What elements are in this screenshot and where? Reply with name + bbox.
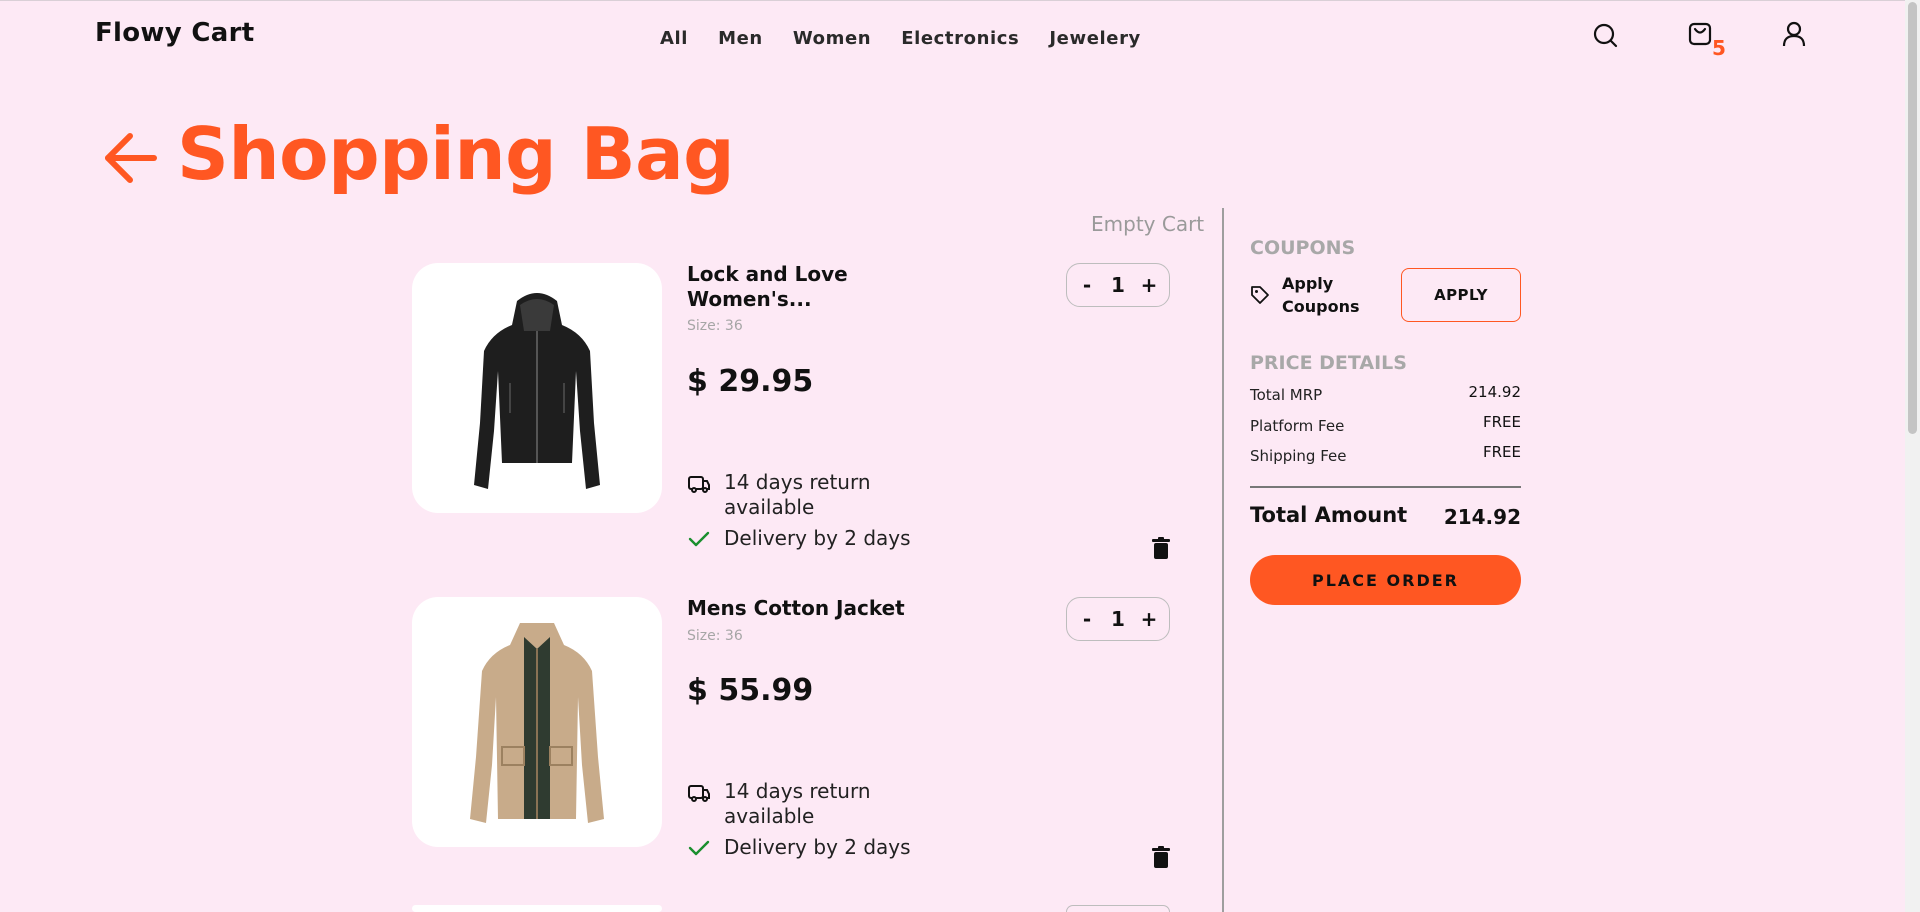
product-price: $ 55.99 (687, 673, 814, 708)
shipping-fee-label: Shipping Fee (1250, 447, 1347, 465)
product-name[interactable]: Mens Cotton Jacket (687, 596, 917, 621)
decrease-quantity-button[interactable]: - (1077, 607, 1097, 631)
place-order-button[interactable]: PLACE ORDER (1250, 555, 1521, 605)
price-details-heading: PRICE DETAILS (1250, 352, 1407, 374)
delivery-truck-icon (688, 476, 710, 493)
trash-icon[interactable] (1151, 846, 1171, 868)
column-divider (1222, 208, 1224, 912)
cart-icon[interactable] (1686, 20, 1714, 48)
return-policy-text: 14 days return available (724, 470, 871, 519)
empty-cart-button[interactable]: Empty Cart (1091, 212, 1204, 236)
nav-item-women[interactable]: Women (793, 28, 871, 49)
product-name[interactable]: Lock and Love Women's... (687, 262, 887, 312)
main-nav: All Men Women Electronics Jewelery (660, 28, 1171, 49)
page: Flowy Cart All Men Women Electronics Jew… (0, 0, 1920, 912)
apply-coupons-label: Apply Coupons (1282, 274, 1360, 316)
quantity-value: 1 (1111, 273, 1125, 297)
product-price: $ 29.95 (687, 364, 814, 399)
check-icon (688, 531, 710, 547)
quantity-stepper: - 1 + (1066, 263, 1170, 307)
summary-divider (1250, 486, 1521, 488)
top-border (0, 0, 1920, 1)
total-mrp-value: 214.92 (1468, 383, 1522, 401)
platform-fee-value: FREE (1482, 413, 1521, 431)
check-icon (688, 840, 710, 856)
page-title: Shopping Bag (177, 112, 735, 196)
nav-item-jewelery[interactable]: Jewelery (1049, 28, 1141, 49)
product-size: Size: 36 (687, 628, 743, 644)
tag-icon (1251, 286, 1269, 304)
khaki-jacket-image (470, 623, 604, 823)
nav-item-men[interactable]: Men (718, 28, 763, 49)
total-amount-label: Total Amount (1250, 503, 1408, 527)
user-icon[interactable] (1780, 20, 1808, 48)
quantity-value: 1 (1111, 607, 1125, 631)
shipping-fee-value: FREE (1482, 443, 1521, 461)
scrollbar-thumb[interactable] (1908, 2, 1917, 434)
increase-quantity-button[interactable]: + (1139, 273, 1159, 297)
product-image-partial[interactable] (412, 905, 662, 912)
search-icon[interactable] (1592, 22, 1620, 50)
quantity-stepper: - 1 + (1066, 597, 1170, 641)
black-jacket-image (474, 293, 600, 489)
cart-count-badge: 5 (1712, 36, 1726, 60)
back-arrow-icon[interactable] (102, 132, 158, 184)
total-amount-value: 214.92 (1443, 505, 1521, 529)
delivery-text: Delivery by 2 days (724, 835, 911, 859)
logo[interactable]: Flowy Cart (95, 18, 254, 48)
increase-quantity-button[interactable]: + (1139, 607, 1159, 631)
delivery-text: Delivery by 2 days (724, 526, 911, 550)
platform-fee-label: Platform Fee (1250, 417, 1345, 435)
coupons-heading: COUPONS (1250, 237, 1356, 259)
product-image[interactable] (412, 597, 662, 847)
decrease-quantity-button[interactable]: - (1077, 273, 1097, 297)
nav-item-all[interactable]: All (660, 28, 688, 49)
product-image[interactable] (412, 263, 662, 513)
trash-icon[interactable] (1151, 537, 1171, 559)
total-mrp-label: Total MRP (1250, 386, 1323, 404)
product-size: Size: 36 (687, 318, 743, 334)
return-policy-text: 14 days return available (724, 779, 871, 828)
apply-coupon-button[interactable]: APPLY (1401, 268, 1521, 322)
nav-item-electronics[interactable]: Electronics (901, 28, 1019, 49)
quantity-stepper-partial[interactable] (1066, 905, 1170, 912)
delivery-truck-icon (688, 785, 710, 802)
